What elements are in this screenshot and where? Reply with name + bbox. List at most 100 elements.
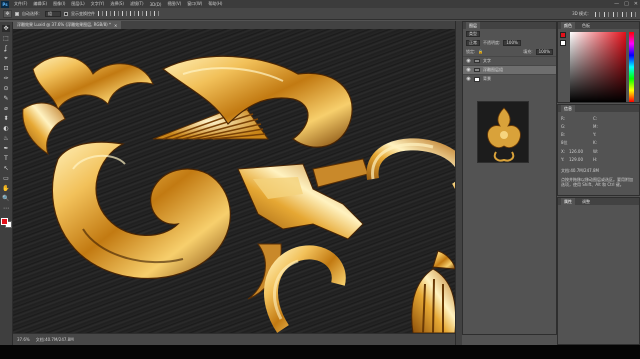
roll-3d-icon[interactable] [604,11,609,17]
opacity-input[interactable]: 100% [503,39,521,46]
layer-preview-thumbnail [477,101,529,163]
pen-tool-icon[interactable]: ✒ [2,145,10,152]
show-transform-checkbox[interactable] [64,11,68,16]
close-window-button[interactable]: ✕ [634,1,638,7]
visibility-eye-icon[interactable]: ◉ [466,58,471,64]
visibility-eye-icon[interactable]: ◉ [466,76,471,82]
hue-slider[interactable] [629,32,634,102]
move-tool-icon[interactable]: ✥ [2,25,10,32]
menu-type[interactable]: 文字(Y) [88,1,108,7]
quick-select-tool-icon[interactable]: ⌖ [2,55,10,62]
marquee-tool-icon[interactable]: ⬚ [2,35,10,42]
document-tab[interactable]: 浮雕效果 Luxid @ 37.6% (浮雕效果图层, RGB/8) * ✕ [13,21,122,29]
align-bottom-icon[interactable] [114,11,119,16]
menu-select[interactable]: 选择(S) [107,1,127,7]
info-value [601,149,625,154]
auto-select-dropdown[interactable]: 组 [45,10,61,17]
lasso-tool-icon[interactable]: ʆ [2,45,10,52]
info-key: G: [561,124,566,129]
tab-color[interactable]: 颜色 [561,22,575,29]
lock-icon[interactable]: 🔒 [478,49,483,54]
show-transform-label: 显示变换控件 [71,10,95,16]
menu-layer[interactable]: 图层(L) [68,1,87,7]
brush-tool-icon[interactable]: ✎ [2,95,10,102]
tab-layers[interactable]: 图层 [466,22,480,29]
blend-mode-dropdown[interactable]: 正常 [466,39,480,46]
scale-3d-icon[interactable] [631,11,636,17]
panel-bg-swatch[interactable] [560,40,566,46]
pan-3d-icon[interactable] [613,11,618,17]
maximize-button[interactable]: □ [624,1,629,7]
align-right-icon[interactable] [138,11,143,16]
tab-properties[interactable]: 属性 [561,198,575,205]
shape-tool-icon[interactable]: ▭ [2,175,10,182]
info-key: Y: [593,132,597,137]
auto-select-checkbox[interactable] [15,11,19,16]
menu-edit[interactable]: 编辑(E) [30,1,50,7]
info-hint-text: 点按并拖移以移动图层或选区。要用附加选项，使用 Shift、Alt 和 Ctrl… [561,177,633,187]
clone-stamp-tool-icon[interactable]: ⌀ [2,105,10,112]
eyedropper-tool-icon[interactable]: ✑ [2,75,10,82]
align-top-icon[interactable] [98,11,103,16]
history-brush-tool-icon[interactable]: ⬍ [2,115,10,122]
panel-fg-swatch[interactable] [560,32,566,38]
move-tool-preset-icon[interactable]: ✥ [3,9,12,18]
layers-panel: 图层 类型 正常 不透明度: 100% 锁定: 🔒 填充: 100% ◉ 文字 … [462,21,557,335]
align-center-icon[interactable] [130,11,135,16]
type-tool-icon[interactable]: T [2,155,10,162]
orbit-3d-icon[interactable] [595,11,600,17]
align-left-icon[interactable] [122,11,127,16]
photoshop-window: Ps 文件(F) 编辑(E) 图像(I) 图层(L) 文字(Y) 选择(S) 滤… [0,0,640,345]
document-canvas[interactable] [13,29,455,333]
minimize-button[interactable]: — [614,1,619,7]
layers-lock-row: 锁定: 🔒 填充: 100% [463,47,556,56]
healing-tool-icon[interactable]: ⊙ [2,85,10,92]
distribute-h-icon[interactable] [154,11,159,16]
fill-input[interactable]: 100% [535,48,553,55]
tab-swatches[interactable]: 色板 [579,22,593,29]
menu-3d[interactable]: 3D(D) [147,2,165,7]
hand-tool-icon[interactable]: ✋ [2,185,10,192]
slide-3d-icon[interactable] [622,11,627,17]
ps-logo: Ps [1,0,9,8]
auto-select-label: 自动选择： [22,10,42,16]
tab-info[interactable]: 信息 [561,105,575,112]
layer-kind-filter[interactable]: 类型 [466,30,480,37]
document-tab-close-icon[interactable]: ✕ [114,23,117,28]
menu-file[interactable]: 文件(F) [11,1,30,7]
fill-label: 填充: [523,48,533,54]
document-tab-title: 浮雕效果 Luxid @ 37.6% (浮雕效果图层, RGB/8) * [17,22,111,27]
info-value [601,157,625,162]
menu-view[interactable]: 视图(V) [164,1,184,7]
layers-panel-header: 图层 [463,22,556,29]
layer-row[interactable]: ◉ 背景 [463,74,556,83]
visibility-eye-icon[interactable]: ◉ [466,67,471,73]
more-tools-icon[interactable]: ⋯ [2,205,10,212]
info-key: Y: [561,157,565,162]
ornament-thumbnail-icon [487,107,521,162]
layer-row[interactable]: ◉ 文字 [463,56,556,65]
menu-window[interactable]: 窗口(W) [184,1,205,7]
menu-filter[interactable]: 滤镜(T) [127,1,147,7]
color-picker-field[interactable] [570,32,626,102]
eraser-tool-icon[interactable]: ◐ [2,125,10,132]
opacity-label: 不透明度: [483,39,501,45]
menu-image[interactable]: 图像(I) [50,1,68,7]
align-middle-icon[interactable] [106,11,111,16]
options-bar: ✥ 自动选择： 组 显示变换控件 3D 模式： [0,8,640,20]
folder-icon [474,68,480,72]
info-value [569,132,593,137]
zoom-level[interactable]: 37.6% [17,337,30,342]
distribute-icon[interactable] [146,11,151,16]
path-select-tool-icon[interactable]: ↖ [2,165,10,172]
tab-adjustments[interactable]: 调整 [579,198,593,205]
zoom-tool-icon[interactable]: 🔍 [2,195,10,202]
info-readout-grid: R: C: G: M: B: Y: 8位 K: X: 126.00 W: Y: 129.00 H… [558,112,639,166]
foreground-color-swatch[interactable] [0,218,8,225]
info-key: C: [593,116,598,121]
gradient-tool-icon[interactable]: ♨ [2,135,10,142]
layer-row[interactable]: ◉ 浮雕图层组 [463,65,556,74]
menu-help[interactable]: 帮助(H) [205,1,225,7]
crop-tool-icon[interactable]: ⊡ [2,65,10,72]
info-key: H: [593,157,598,162]
